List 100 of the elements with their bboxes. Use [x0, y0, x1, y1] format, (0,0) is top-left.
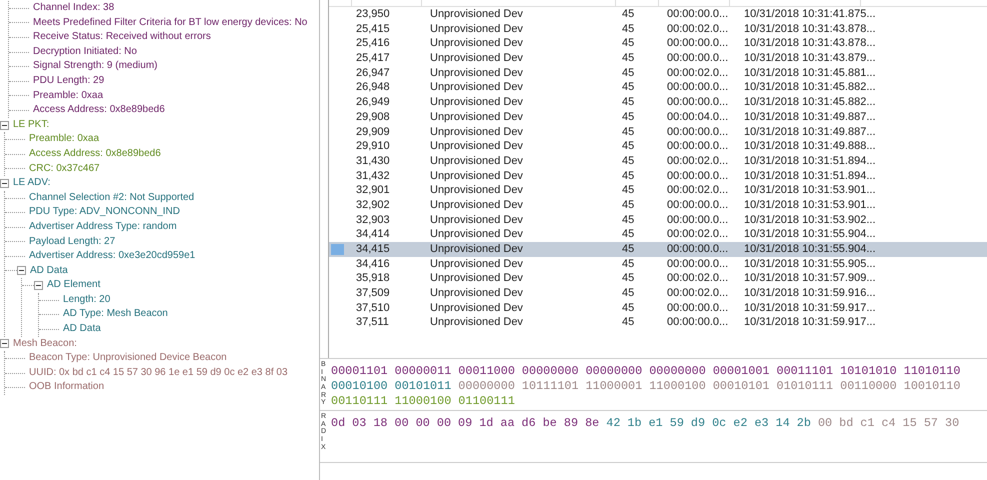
table-cell-text: 37,511 [355, 315, 390, 330]
byte-value: 0d [331, 416, 346, 431]
tree-item[interactable]: Access Address: 0x8e89bed6 [33, 103, 165, 118]
expander-icon[interactable] [0, 120, 9, 130]
byte-value: 00101011 [394, 379, 452, 394]
tree-item[interactable]: Channel Index: 38 [33, 1, 114, 16]
table-cell-text: 00:00:02.0... [666, 227, 730, 242]
byte-value: e2 [733, 416, 748, 431]
table-cell-text: Unprovisioned Dev [429, 271, 524, 286]
table-cell-text: 10/31/2018 10:31:51.894... [743, 168, 877, 184]
table-cell-text: 29,908 [355, 110, 391, 124]
byte-value: 8e [585, 416, 600, 431]
table-cell-text: 31,432 [355, 168, 391, 184]
tree-item[interactable]: AD Type: Mesh Beacon [63, 307, 168, 322]
tree-item[interactable]: Preamble: 0xaa [33, 88, 104, 104]
table-cell-text: Unprovisioned Dev [429, 168, 524, 184]
byte-value: c4 [881, 416, 896, 431]
tree-item[interactable]: Beacon Type: Unprovisioned Device Beacon [29, 351, 227, 366]
tree-item[interactable]: CRC: 0x37c467 [29, 162, 100, 176]
expander-icon[interactable] [0, 339, 9, 348]
table-cell-text: 00:00:00.0... [666, 95, 730, 110]
table-cell-text: 45 [621, 286, 636, 301]
table-cell-text: 00:00:00.0... [666, 315, 730, 330]
table-cell-text: 32,902 [355, 198, 391, 213]
tree-item[interactable]: Signal Strength: 9 (medium) [33, 59, 158, 74]
byte-value: 10010110 [904, 379, 960, 394]
byte-value: 1d [479, 416, 494, 431]
table-cell-text: 10/31/2018 10:31:43.878... [743, 22, 877, 36]
byte-value: 11000100 [394, 394, 452, 409]
expander-icon[interactable] [17, 266, 26, 276]
table-cell-text: 10/31/2018 10:31:55.905... [743, 256, 877, 272]
table-cell-text: Unprovisioned Dev [429, 183, 524, 198]
table-cell-text: 45 [621, 110, 636, 124]
expander-icon[interactable] [34, 281, 43, 290]
table-cell-text: 45 [621, 300, 636, 316]
table-cell-text: 10/31/2018 10:31:49.887... [743, 110, 877, 124]
tree-item[interactable]: Receive Status: Received without errors [33, 30, 211, 45]
tree-item[interactable]: Meets Predefined Filter Criteria for BT low energy devices: No [33, 16, 308, 30]
byte-value: 09 [458, 416, 472, 431]
tree-item[interactable]: UUID: 0x bd c1 c4 15 57 30 96 1e e1 59 d9 0c e2 e3 8f 03 [29, 366, 288, 380]
tree-item[interactable]: AD Element [47, 278, 100, 293]
byte-value: 00001101 [331, 364, 388, 379]
table-cell-text: 45 [621, 95, 636, 110]
table-cell-text: 45 [621, 51, 636, 66]
table-cell-text: Unprovisioned Dev [429, 22, 524, 36]
tree-item[interactable]: Advertiser Address: 0xe3e20cd959e1 [29, 249, 196, 264]
byte-value: 30 [944, 416, 960, 431]
table-cell-text: 45 [621, 154, 636, 169]
tree-item[interactable]: Access Address: 0x8e89bed6 [29, 146, 161, 162]
byte-value: bd [839, 416, 854, 431]
table-cell-text: 45 [621, 315, 636, 330]
table-cell-text: 34,415 [355, 242, 391, 257]
tree-item[interactable]: Payload Length: 27 [29, 234, 116, 250]
tree-item[interactable]: Advertiser Address Type: random [29, 220, 177, 234]
tree-item[interactable]: Preamble: 0xaa [29, 132, 100, 147]
tree-item[interactable]: Decryption Initiated: No [33, 44, 137, 60]
expander-icon[interactable] [0, 178, 9, 188]
table-cell-text: Unprovisioned Dev [429, 256, 524, 272]
byte-value: 59 [670, 416, 684, 431]
table-cell-text: 26,948 [355, 80, 391, 96]
table-cell-text: 10/31/2018 10:31:57.909... [743, 271, 877, 286]
table-cell-text: 26,949 [355, 95, 391, 110]
byte-value: 00011101 [776, 364, 834, 379]
table-cell-text: 10/31/2018 10:31:43.879... [743, 51, 877, 66]
table-cell-text: 45 [621, 36, 636, 52]
tree-item[interactable]: Mesh Beacon: [13, 336, 77, 352]
tree-item[interactable]: Length: 20 [63, 292, 110, 308]
table-cell-text: 00:00:02.0... [666, 22, 730, 36]
tree-item[interactable]: OOB Information [29, 380, 104, 396]
byte-value: 00010100 [331, 379, 388, 394]
table-cell-text: 45 [621, 22, 636, 36]
byte-value: 11000100 [649, 379, 706, 394]
table-cell-text: 00:00:00.0... [666, 51, 730, 66]
tree-item[interactable]: AD Data [30, 264, 68, 278]
table-cell-text: 10/31/2018 10:31:53.901... [743, 183, 877, 198]
table-cell-text: 10/31/2018 10:31:59.916... [743, 286, 877, 301]
table-cell-text: 10/31/2018 10:31:53.901... [743, 198, 877, 213]
byte-value: d6 [522, 416, 536, 431]
table-cell-text: 45 [621, 242, 636, 257]
byte-value: 00110111 [331, 394, 388, 409]
table-cell-text: 45 [621, 212, 636, 228]
tree-item[interactable]: PDU Type: ADV_NONCONN_IND [29, 205, 180, 220]
byte-value: 00 [416, 416, 430, 431]
table-cell-text: 00:00:00.0... [666, 256, 730, 272]
table-cell-text: 32,901 [355, 183, 391, 198]
table-cell-text: Unprovisioned Dev [429, 315, 524, 330]
tree-item[interactable]: LE PKT: [13, 118, 50, 132]
table-cell-text: 23,950 [355, 7, 391, 22]
table-cell-text: 10/31/2018 10:31:59.917... [743, 315, 877, 330]
tree-item[interactable]: Channel Selection #2: Not Supported [29, 190, 194, 206]
tree-item[interactable]: PDU Length: 29 [33, 74, 104, 89]
byte-value: 11000001 [586, 379, 642, 394]
tree-item[interactable]: AD Data [63, 322, 101, 337]
table-cell-text: 31,430 [355, 154, 391, 169]
table-cell-text: 45 [621, 198, 636, 213]
tree-item[interactable]: LE ADV: [13, 176, 50, 191]
table-cell-text: 25,417 [355, 51, 391, 66]
table-cell-text: 00:00:00.0... [666, 139, 730, 154]
table-cell-text: Unprovisioned Dev [429, 286, 524, 301]
byte-value: 15 [902, 416, 917, 431]
